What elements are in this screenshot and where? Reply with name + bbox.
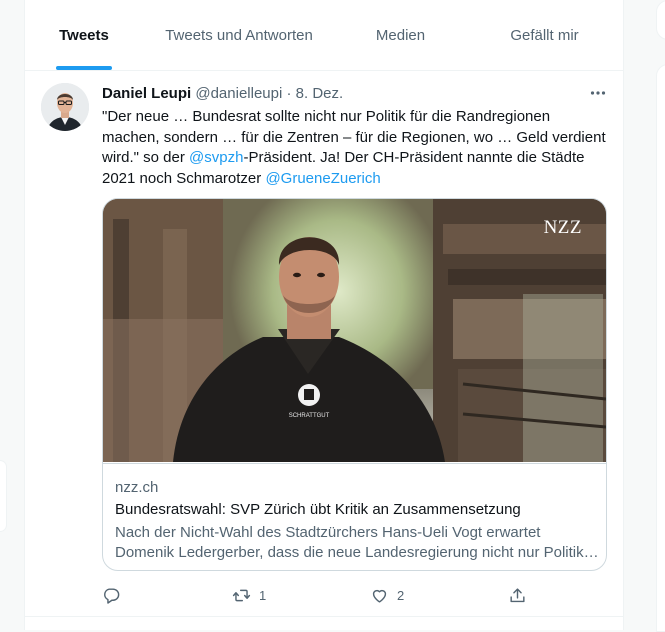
tab-gefaellt-mir-label: Gefällt mir: [510, 26, 579, 44]
profile-tabs: Tweets Tweets und Antworten Medien Gefäl…: [25, 0, 623, 71]
tweet-text: "Der neue … Bundesrat sollte nicht nur P…: [102, 107, 607, 189]
tweet-date[interactable]: 8. Dez.: [296, 85, 344, 102]
heart-icon: [372, 589, 387, 603]
like-count: 2: [397, 587, 405, 603]
card-domain: nzz.ch: [115, 479, 159, 496]
link-preview-card[interactable]: SCHRATTGUT NZZ nzz.ch Bundesratswahl: SV…: [102, 198, 607, 571]
author-name[interactable]: Daniel Leupi: [102, 85, 191, 102]
share-icon: [510, 587, 525, 602]
mention-svpzh[interactable]: @svpzh: [189, 149, 243, 166]
right-sidebar-edge: [652, 0, 665, 632]
tab-tweets-und-antworten[interactable]: Tweets und Antworten: [143, 0, 335, 70]
tweet-divider: [25, 616, 623, 617]
tab-tweets[interactable]: Tweets: [25, 0, 143, 70]
card-photo: SCHRATTGUT: [103, 199, 606, 464]
sidebar-search-edge: [656, 0, 665, 40]
side-panel-edge: [0, 460, 7, 532]
like-button[interactable]: 2: [370, 581, 404, 609]
author-avatar[interactable]: [41, 83, 89, 131]
tab-tweets-label: Tweets: [59, 26, 109, 44]
tab-medien[interactable]: Medien: [335, 0, 466, 70]
more-horizontal-icon: [590, 91, 606, 95]
author-handle[interactable]: @danielleupi: [195, 85, 282, 102]
reply-button[interactable]: [102, 581, 129, 609]
retweet-icon: [232, 589, 251, 601]
card-description: Nach der Nicht-Wahl des Stadtzürchers Ha…: [115, 524, 584, 561]
retweet-button[interactable]: 1: [232, 581, 266, 609]
header-separator: ·: [286, 85, 292, 102]
retweet-count: 1: [259, 587, 267, 603]
more-options-button[interactable]: [584, 79, 612, 107]
tweet-header: Daniel Leupi @danielleupi · 8. Dez.: [102, 85, 343, 102]
card-info[interactable]: nzz.ch Bundesratswahl: SVP Zürich übt Kr…: [103, 463, 606, 570]
apparel-text: SCHRATTGUT: [289, 413, 330, 419]
tweet[interactable]: Daniel Leupi @danielleupi · 8. Dez. "Der…: [25, 71, 623, 616]
tab-tweets-und-antworten-label: Tweets und Antworten: [165, 26, 313, 44]
tab-medien-label: Medien: [375, 26, 426, 44]
reply-icon: [104, 587, 120, 604]
tweet-actions: 1 2: [102, 581, 527, 609]
nzz-logo: NZZ: [543, 217, 582, 238]
card-image[interactable]: SCHRATTGUT NZZ: [103, 199, 606, 464]
card-title: Bundesratswahl: SVP Zürich übt Kritik an…: [115, 501, 521, 518]
tab-gefaellt-mir[interactable]: Gefällt mir: [466, 0, 623, 70]
profile-timeline-column: Tweets Tweets und Antworten Medien Gefäl…: [24, 0, 624, 630]
mention-gruenezuerich[interactable]: @GrueneZuerich: [265, 170, 380, 187]
sidebar-panel-edge: [656, 64, 665, 632]
active-tab-indicator: [56, 66, 112, 70]
avatar-photo: [41, 83, 89, 131]
share-button[interactable]: [508, 581, 527, 609]
